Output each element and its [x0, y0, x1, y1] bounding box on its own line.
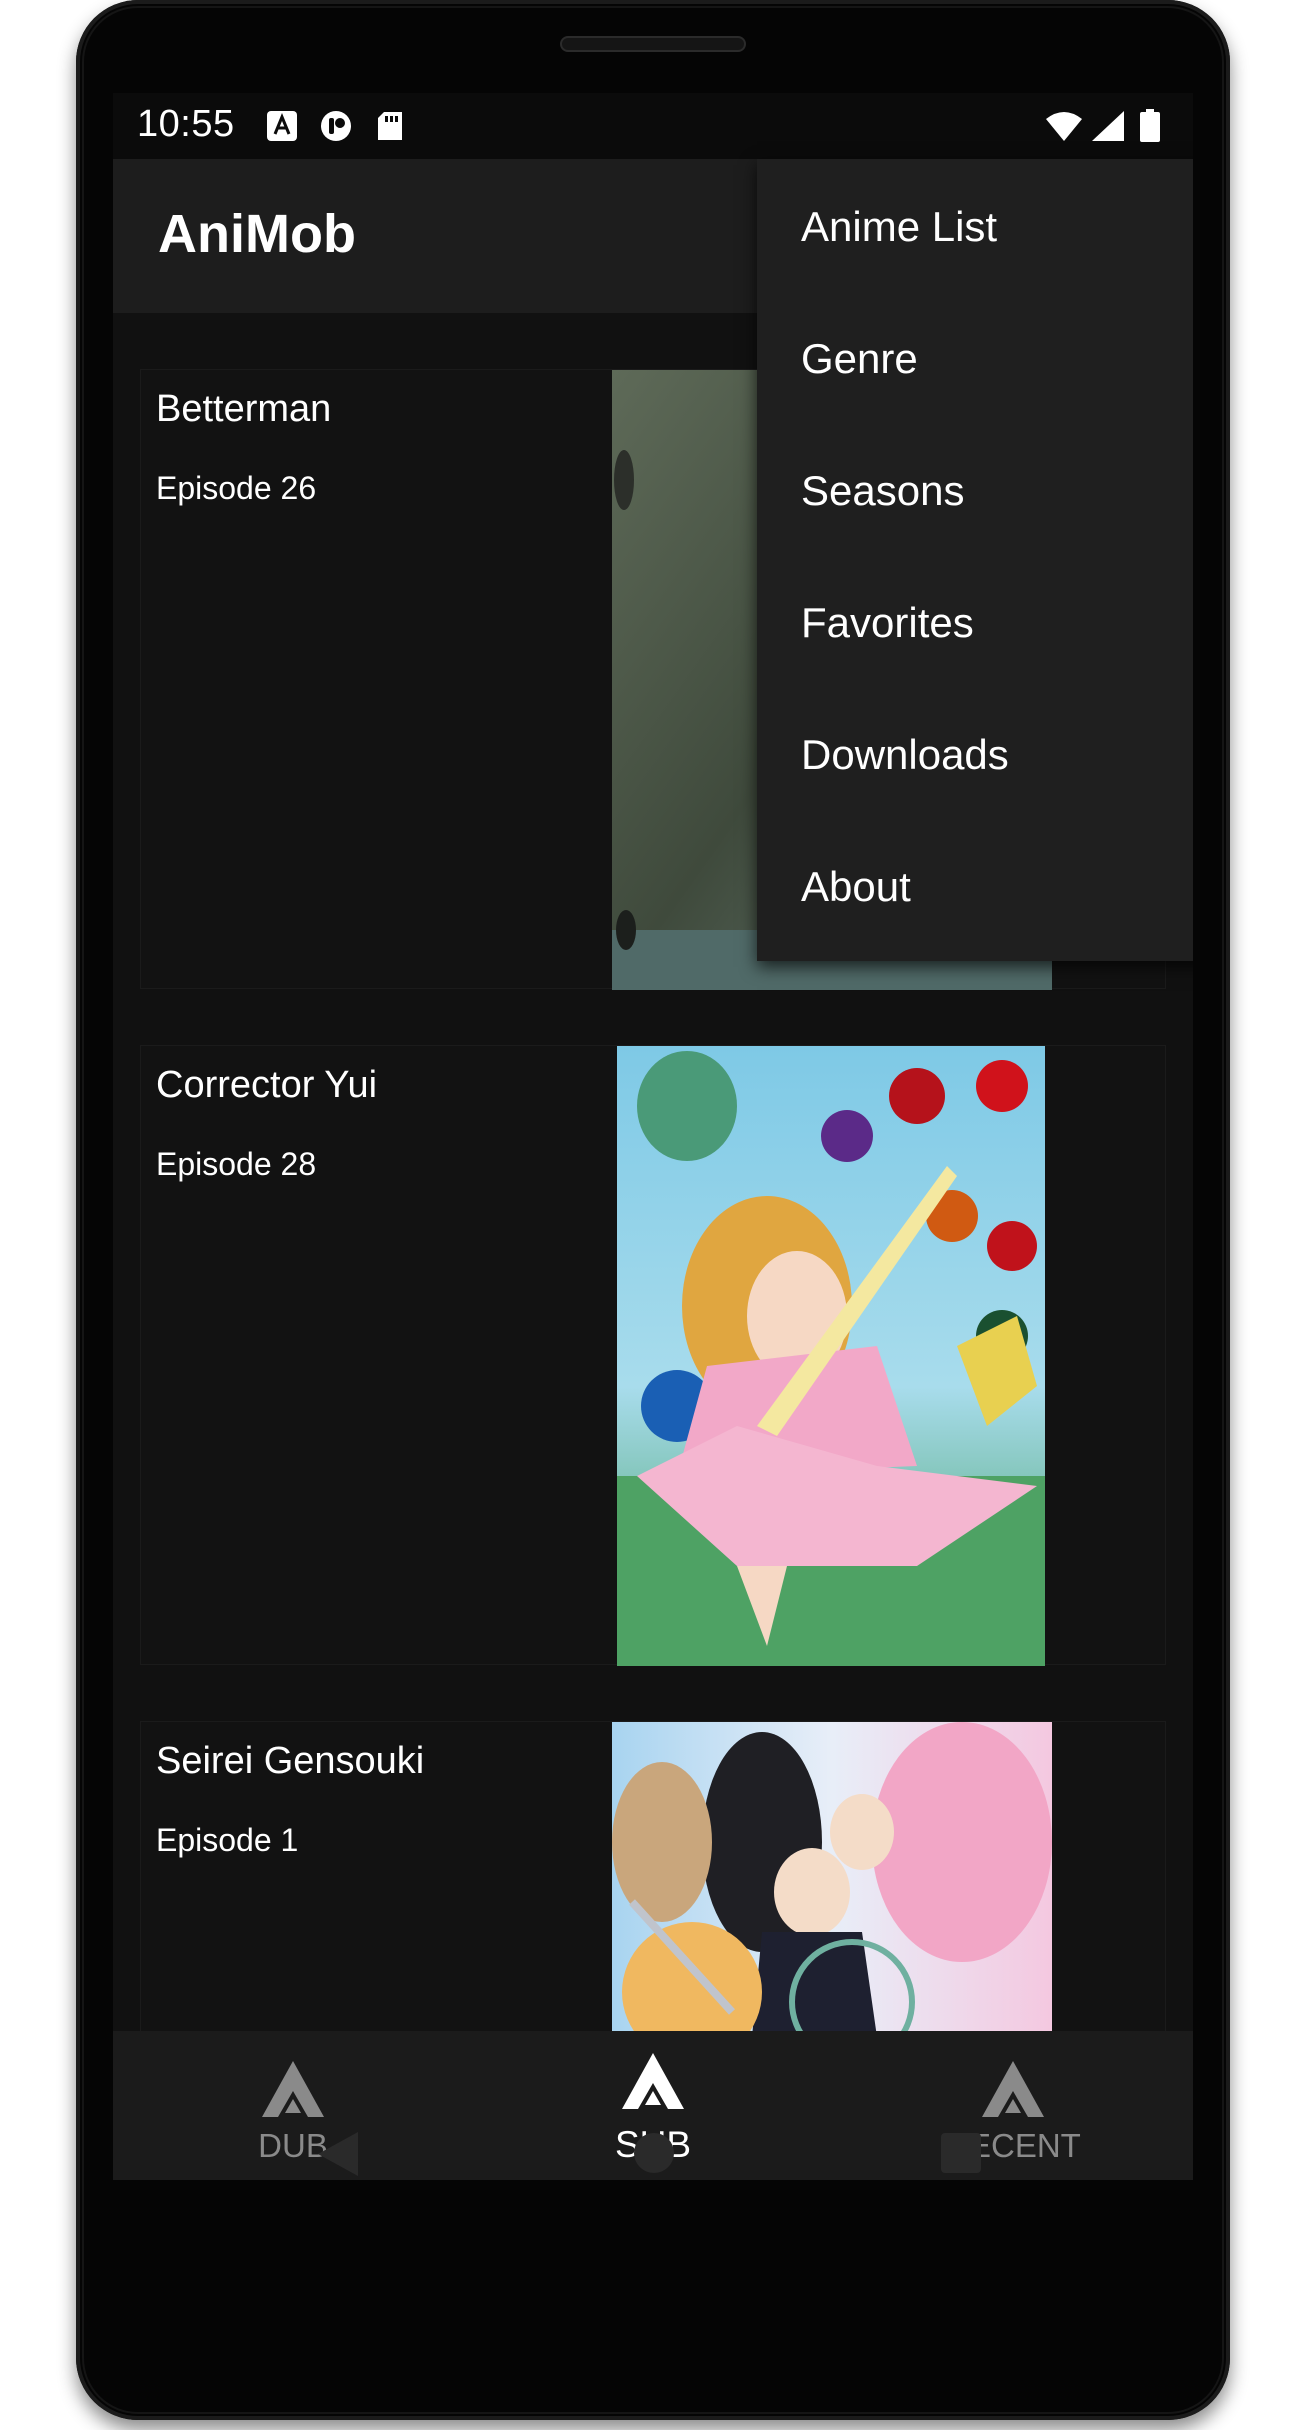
anime-title: Corrector Yui [156, 1064, 378, 1106]
menu-item-downloads[interactable]: Downloads [757, 687, 1193, 819]
menu-item-anime-list[interactable]: Anime List [757, 159, 1193, 291]
phone-frame: 10:55 AniMob Betterman Episode 26 Correc… [76, 0, 1230, 2420]
menu-item-genre[interactable]: Genre [757, 291, 1193, 423]
menu-item-seasons[interactable]: Seasons [757, 423, 1193, 555]
episode-label: Episode 1 [156, 1822, 299, 1858]
menu-item-about[interactable]: About [757, 819, 1193, 951]
anime-poster-image [617, 1046, 1045, 1666]
a-icon [267, 111, 297, 141]
battery-icon [1140, 109, 1160, 142]
system-navigation-bar [76, 2090, 1230, 2230]
app-screen: 10:55 AniMob Betterman Episode 26 Correc… [113, 93, 1193, 2180]
menu-item-favorites[interactable]: Favorites [757, 555, 1193, 687]
app-title: AniMob [158, 204, 356, 264]
status-time: 10:55 [137, 103, 235, 145]
sd-card-icon [378, 112, 402, 140]
wifi-icon [1046, 112, 1082, 141]
overflow-menu: Anime List Genre Seasons Favorites Downl… [757, 159, 1193, 961]
home-icon[interactable] [633, 2132, 675, 2174]
episode-label: Episode 28 [156, 1146, 317, 1182]
anime-title: Seirei Gensouki [156, 1740, 425, 1782]
list-item[interactable]: Corrector Yui Episode 28 [140, 1045, 1166, 1666]
status-bar: 10:55 [113, 93, 1193, 159]
episode-label: Episode 26 [156, 470, 317, 506]
cellular-signal-icon [1092, 111, 1124, 141]
speaker-grille [560, 36, 746, 52]
p-circle-icon [321, 111, 351, 141]
recents-icon[interactable] [941, 2133, 981, 2173]
anime-title: Betterman [156, 388, 332, 430]
back-icon[interactable] [316, 2130, 360, 2178]
